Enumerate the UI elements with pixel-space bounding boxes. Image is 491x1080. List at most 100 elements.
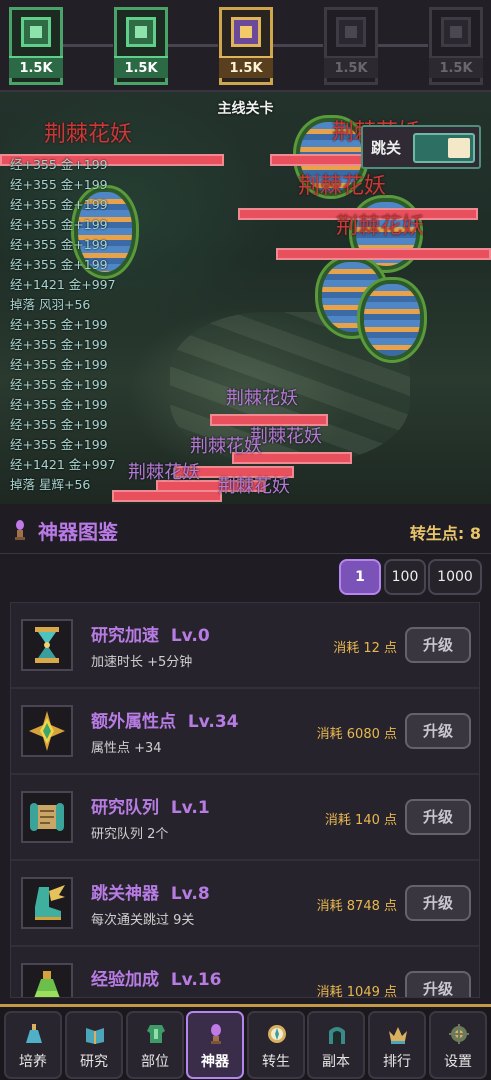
scroll-icon — [21, 791, 73, 843]
log-line: 经+355 金+199 — [10, 377, 108, 392]
stage-gem-icon — [21, 17, 51, 47]
stage-gem-icon — [126, 17, 156, 47]
stage-connector — [273, 44, 323, 47]
log-line: 掉落 星辉+56 — [10, 477, 91, 492]
artifact-panel: 神器图鉴 转生点: 8 1 100 1000 研究加速 Lv.0 加速时长 +5… — [0, 504, 491, 1004]
gate-icon — [329, 1027, 345, 1044]
book-icon — [86, 1028, 104, 1044]
nav-tab-label: 培养 — [19, 1054, 47, 1070]
log-line: 经+355 金+199 — [10, 157, 108, 172]
stage-lock-icon — [441, 17, 471, 47]
compass-icon — [268, 1025, 286, 1043]
artifact-name: 研究加速 Lv.0 — [91, 626, 210, 646]
stage-progress-bar: 1.5K 1.5K 1.5K 1.5K 1.5K — [0, 0, 491, 92]
upgrade-button[interactable]: 升级 — [405, 627, 471, 663]
multiplier-1-button[interactable]: 1 — [339, 559, 381, 595]
toggle-knob — [448, 138, 470, 158]
log-line: 经+355 金+199 — [10, 317, 108, 332]
monster-name: 荆棘花妖 — [336, 214, 425, 239]
multiplier-100-button[interactable]: 100 — [384, 559, 426, 595]
log-line: 经+1421 金+997 — [10, 277, 116, 292]
nav-tab-equipment-slots[interactable]: 部位 — [126, 1011, 184, 1079]
stage-node-3-current[interactable]: 1.5K — [219, 7, 273, 85]
stage-node-5-locked[interactable]: 1.5K — [429, 7, 483, 85]
artifact-item: 研究队列 Lv.1 研究队列 2个 消耗 140 点 升级 — [11, 775, 479, 861]
panel-header: 神器图鉴 转生点: 8 — [0, 504, 491, 554]
log-line: 经+355 金+199 — [10, 337, 108, 352]
log-line: 掉落 风羽+56 — [10, 297, 91, 312]
artifact-title-icon — [15, 520, 25, 540]
artifact-desc: 研究队列 2个 — [91, 827, 169, 842]
artifact-item: 经验加成 Lv.16 消耗 1049 点 升级 — [11, 947, 479, 998]
artifact-name: 经验加成 Lv.16 — [91, 970, 222, 990]
upgrade-button[interactable]: 升级 — [405, 885, 471, 921]
stage-value: 1.5K — [9, 56, 63, 78]
gem-star-icon — [21, 705, 73, 757]
skip-stage-control: 跳关 — [361, 125, 481, 169]
stage-connector — [168, 44, 218, 47]
artifact-name: 跳关神器 Lv.8 — [91, 884, 210, 904]
crown-icon — [389, 1027, 407, 1044]
artifact-name: 研究队列 Lv.1 — [91, 798, 210, 818]
stage-gem-icon — [231, 17, 261, 47]
nav-tab-label: 研究 — [80, 1054, 108, 1070]
upgrade-button[interactable]: 升级 — [405, 713, 471, 749]
artifact-cost: 消耗 140 点 — [324, 813, 397, 828]
battle-scene: 主线关卡 荆棘花妖 荆棘花妖 荆棘花妖 荆棘花妖 荆棘花妖 荆棘花妖 荆棘花妖 … — [0, 92, 491, 504]
log-line: 经+355 金+199 — [10, 397, 108, 412]
artifact-item: 额外属性点 Lv.34 属性点 +34 消耗 6080 点 升级 — [11, 689, 479, 775]
armor-icon — [147, 1025, 165, 1043]
upgrade-button[interactable]: 升级 — [405, 971, 471, 997]
stage-lock-icon — [336, 17, 366, 47]
stage-connector — [378, 44, 428, 47]
monster-name: 荆棘花妖 — [226, 388, 298, 409]
artifact-list[interactable]: 研究加速 Lv.0 加速时长 +5分钟 消耗 12 点 升级 额外属性点 Lv.… — [10, 602, 480, 998]
nav-tab-cultivate[interactable]: 培养 — [4, 1011, 62, 1079]
stage-node-4-locked[interactable]: 1.5K — [324, 7, 378, 85]
artifact-cost: 消耗 6080 点 — [316, 727, 397, 742]
nav-tab-label: 设置 — [444, 1054, 472, 1070]
battle-log: 经+355 金+199 经+355 金+199 经+355 金+199 经+35… — [10, 155, 170, 495]
stage-value: 1.5K — [429, 56, 483, 78]
artifact-name: 额外属性点 Lv.34 — [91, 712, 239, 732]
log-line: 经+355 金+199 — [10, 197, 108, 212]
skip-stage-toggle[interactable] — [413, 133, 475, 163]
log-line: 经+355 金+199 — [10, 257, 108, 272]
multiplier-1000-button[interactable]: 1000 — [428, 559, 482, 595]
nav-tab-artifact[interactable]: 神器 — [186, 1011, 244, 1079]
nav-tab-label: 副本 — [322, 1054, 350, 1070]
stage-node-1[interactable]: 1.5K — [9, 7, 63, 85]
nav-tab-rebirth[interactable]: 转生 — [247, 1011, 305, 1079]
artifact-cost: 消耗 1049 点 — [316, 985, 397, 998]
artifact-icon — [211, 1024, 221, 1044]
nav-tab-dungeon[interactable]: 副本 — [307, 1011, 365, 1079]
log-line: 经+355 金+199 — [10, 357, 108, 372]
nav-tab-research[interactable]: 研究 — [65, 1011, 123, 1079]
artifact-desc: 每次通关跳过 9关 — [91, 913, 195, 928]
nav-tab-label: 神器 — [201, 1054, 229, 1070]
artifact-cost: 消耗 12 点 — [333, 641, 397, 656]
flask-icon — [26, 1024, 42, 1043]
nav-tab-settings[interactable]: 设置 — [429, 1011, 487, 1079]
stage-value: 1.5K — [324, 56, 378, 78]
winged-boot-icon — [21, 877, 73, 929]
rebirth-points: 转生点: 8 — [409, 524, 481, 543]
artifact-item: 跳关神器 Lv.8 每次通关跳过 9关 消耗 8748 点 升级 — [11, 861, 479, 947]
gear-icon — [449, 1024, 469, 1044]
log-line: 经+355 金+199 — [10, 437, 108, 452]
stage-value: 1.5K — [219, 56, 273, 78]
upgrade-button[interactable]: 升级 — [405, 799, 471, 835]
log-line: 经+355 金+199 — [10, 417, 108, 432]
monster-sprite — [364, 284, 420, 356]
nav-tab-label: 部位 — [141, 1054, 169, 1070]
stage-node-2[interactable]: 1.5K — [114, 7, 168, 85]
log-line: 经+355 金+199 — [10, 177, 108, 192]
monster-name: 荆棘花妖 — [218, 476, 290, 497]
monster-name: 荆棘花妖 — [298, 174, 387, 199]
hourglass-icon — [21, 619, 73, 671]
nav-tab-label: 转生 — [262, 1054, 290, 1070]
monster-hp-bar — [276, 248, 491, 260]
nav-tab-ranking[interactable]: 排行 — [368, 1011, 426, 1079]
nav-tab-label: 排行 — [383, 1054, 411, 1070]
artifact-cost: 消耗 8748 点 — [316, 899, 397, 914]
